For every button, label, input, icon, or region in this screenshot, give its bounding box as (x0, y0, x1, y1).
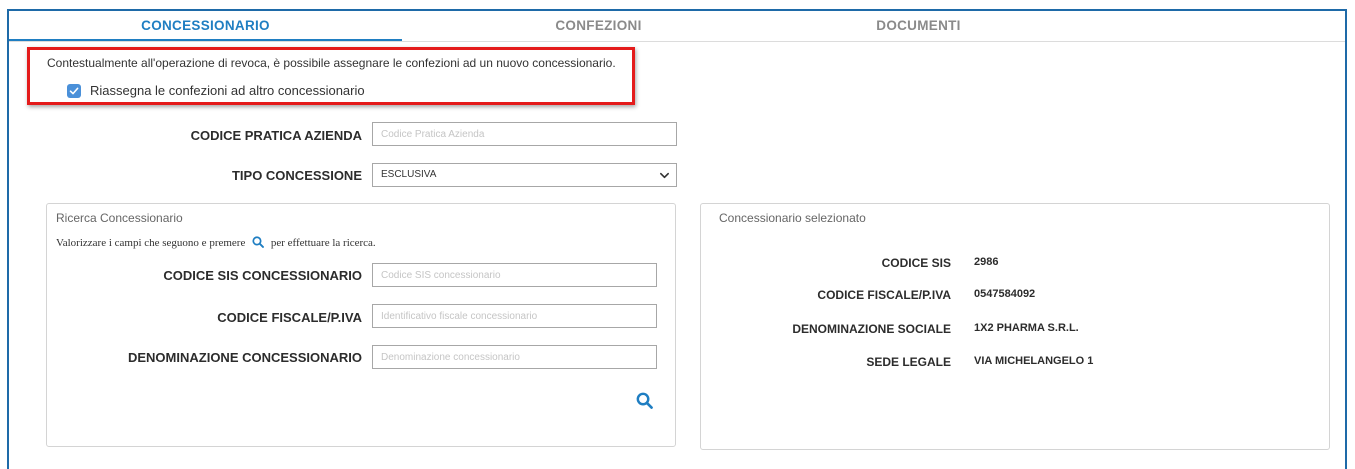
codice-fiscale-label: CODICE FISCALE/P.IVA (217, 310, 362, 325)
codice-fiscale-input[interactable] (372, 304, 657, 328)
search-hint: Valorizzare i campi che seguono e premer… (56, 236, 376, 251)
tipo-concessione-value: ESCLUSIVA (381, 169, 437, 180)
sel-codice-sis-value: 2986 (974, 256, 999, 268)
search-button[interactable] (636, 392, 656, 412)
denominazione-input[interactable] (372, 345, 657, 369)
tipo-concessione-select[interactable]: ESCLUSIVA (372, 163, 677, 187)
check-icon (69, 87, 79, 95)
search-icon (636, 392, 653, 409)
sel-codice-sis-label: CODICE SIS (881, 256, 951, 270)
search-icon (252, 236, 265, 251)
ricerca-panel-title: Ricerca Concessionario (56, 211, 183, 225)
codice-sis-label: CODICE SIS CONCESSIONARIO (163, 268, 362, 283)
tipo-concessione-label: TIPO CONCESSIONE (231, 168, 362, 183)
search-hint-after: per effettuare la ricerca. (270, 237, 376, 249)
sel-codice-fiscale-label: CODICE FISCALE/P.IVA (817, 288, 951, 302)
riassegna-checkbox-label[interactable]: Riassegna le confezioni ad altro concess… (90, 83, 365, 98)
codice-sis-input[interactable] (372, 263, 657, 287)
selezionato-panel-title: Concessionario selezionato (719, 211, 866, 225)
tab-documenti[interactable]: DOCUMENTI (722, 11, 1115, 42)
sel-sede-legale-label: SEDE LEGALE (866, 355, 951, 369)
codice-pratica-label: CODICE PRATICA AZIENDA (190, 128, 362, 143)
riassegna-checkbox[interactable] (67, 84, 81, 98)
sel-denominazione-value: 1X2 PHARMA S.R.L. (974, 322, 1079, 334)
denominazione-label: DENOMINAZIONE CONCESSIONARIO (127, 350, 362, 365)
codice-pratica-input[interactable] (372, 122, 677, 146)
tab-bar: CONCESSIONARIO CONFEZIONI DOCUMENTI (9, 11, 1345, 42)
search-hint-before: Valorizzare i campi che seguono e premer… (56, 237, 246, 249)
tab-divider (9, 41, 1345, 42)
sel-codice-fiscale-value: 0547584092 (974, 288, 1036, 300)
revoca-notice-text: Contestualmente all'operazione di revoca… (47, 56, 616, 70)
sel-denominazione-label: DENOMINAZIONE SOCIALE (792, 322, 951, 336)
chevron-down-icon (660, 172, 669, 179)
sel-sede-legale-value: VIA MICHELANGELO 1 (974, 355, 1094, 367)
tab-concessionario[interactable]: CONCESSIONARIO (9, 11, 402, 42)
